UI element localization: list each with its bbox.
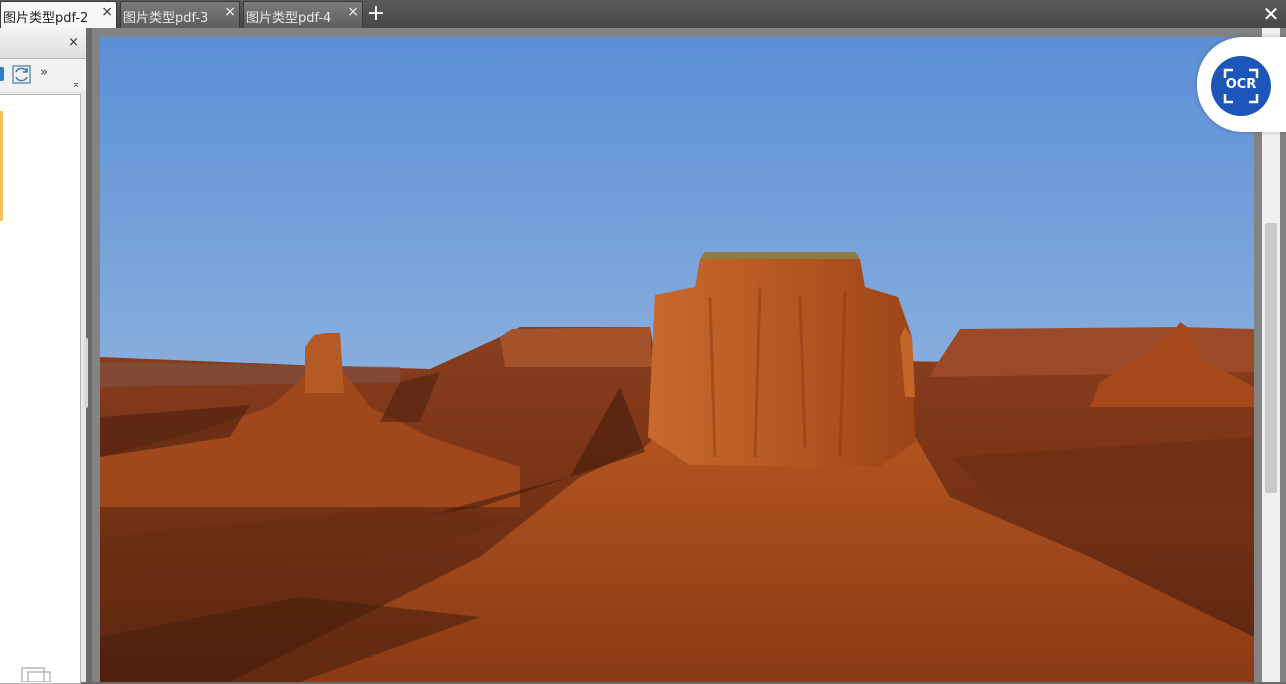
ocr-label: OCR — [1225, 77, 1257, 92]
desert-butte-photo — [100, 37, 1254, 682]
ocr-button[interactable]: OCR — [1211, 56, 1271, 116]
page-thumbnail-indicator[interactable] — [0, 111, 3, 221]
sidebar-resize-handle[interactable] — [84, 338, 88, 408]
thumbnail-view-icon[interactable] — [0, 67, 4, 81]
tab-close-icon[interactable]: × — [101, 5, 113, 19]
thumbnail-panel[interactable] — [0, 94, 81, 684]
tab-pdf-4[interactable]: 图片类型pdf-4 × — [243, 1, 363, 28]
ocr-floating-panel: OCR — [1197, 37, 1286, 132]
tab-close-icon[interactable]: × — [224, 5, 236, 19]
tab-label: 图片类型pdf-2 — [3, 11, 89, 26]
tab-close-icon[interactable]: × — [347, 5, 359, 19]
tab-bar: 图片类型pdf-2 × 图片类型pdf-3 × 图片类型pdf-4 × + ✕ — [0, 0, 1286, 28]
scrollbar-thumb[interactable] — [1265, 223, 1277, 493]
tab-label: 图片类型pdf-3 — [123, 11, 209, 26]
document-viewer — [92, 28, 1286, 682]
thumbnail-sidebar: × » ⌅ — [0, 28, 86, 684]
rotate-360-icon[interactable] — [12, 63, 32, 85]
tab-pdf-2[interactable]: 图片类型pdf-2 × — [0, 1, 117, 28]
double-chevron-down-icon[interactable]: » — [40, 65, 48, 80]
collapse-up-icon[interactable]: ⌅ — [72, 79, 80, 90]
tab-label: 图片类型pdf-4 — [246, 11, 332, 26]
window-close-icon[interactable]: ✕ — [1262, 4, 1280, 24]
sidebar-toolbar: » ⌅ — [0, 59, 86, 91]
tab-pdf-3[interactable]: 图片类型pdf-3 × — [120, 1, 240, 28]
pdf-page-image — [100, 37, 1254, 682]
sidebar-close-icon[interactable]: × — [68, 35, 79, 50]
sidebar-header: × — [0, 28, 86, 59]
new-tab-button[interactable]: + — [365, 3, 387, 26]
pages-icon[interactable] — [20, 662, 60, 682]
